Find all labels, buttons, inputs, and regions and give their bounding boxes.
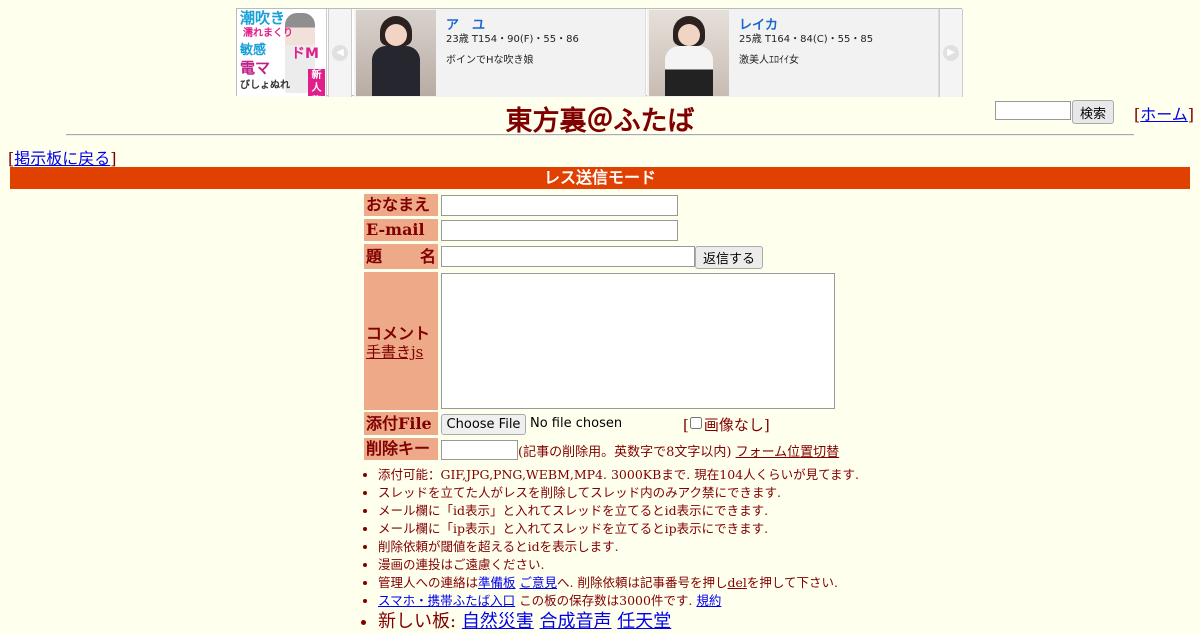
list-item: メール欄に「ip表示」と入れてスレッドを立てるとip表示にできます. bbox=[378, 520, 1018, 538]
ad-text-3: 敏感 bbox=[240, 43, 267, 58]
subject-label: 題名 bbox=[364, 244, 438, 269]
search-button[interactable]: 検索 bbox=[1072, 100, 1114, 124]
reply-submit-button[interactable]: 返信する bbox=[695, 246, 763, 269]
list-item: 新しい板: 自然災害 合成音声 任天堂 bbox=[378, 610, 1018, 634]
chevron-right-icon: ▶ bbox=[943, 45, 959, 61]
no-image-checkbox[interactable] bbox=[689, 417, 702, 429]
form-position-toggle-link[interactable]: フォーム位置切替 bbox=[736, 445, 840, 460]
carousel-next-button[interactable]: ▶ bbox=[939, 9, 963, 97]
profile-photo bbox=[356, 10, 436, 96]
profile-description: ボインでHな吹き娘 bbox=[446, 55, 534, 66]
delete-key-note: (記事の削除用。英数字で8文字以内) フォーム位置切替 bbox=[518, 445, 840, 460]
prep-board-link[interactable]: 準備板 bbox=[478, 575, 516, 590]
home-link-wrapper: [ホーム] bbox=[1134, 105, 1195, 124]
list-item: 削除依頼が閾値を超えるとidを表示します. bbox=[378, 538, 1018, 556]
name-label: おなまえ bbox=[364, 194, 438, 216]
name-input[interactable] bbox=[441, 195, 678, 216]
rules-link[interactable]: 規約 bbox=[696, 593, 721, 608]
carousel-prev-button[interactable]: ◀ bbox=[328, 9, 352, 97]
handwrite-link[interactable]: 手書きjs bbox=[366, 343, 423, 361]
file-status: No file chosen bbox=[530, 416, 623, 431]
ad-banner[interactable]: 潮吹き 濡れまくり 敏感 電マ ドM びしょぬれ 新人秘書 ◀ ア ユ 23歳 … bbox=[236, 8, 963, 97]
board-link[interactable]: 合成音声 bbox=[540, 611, 612, 632]
chevron-left-icon: ◀ bbox=[332, 45, 348, 61]
profile-card[interactable]: レイカ 25歳 T164・84(C)・55・85 激美人ｴﾛｲｲ女 bbox=[647, 9, 939, 97]
delete-key-input[interactable] bbox=[441, 440, 518, 460]
profile-description: 激美人ｴﾛｲｲ女 bbox=[739, 55, 799, 66]
subject-input[interactable] bbox=[441, 246, 695, 267]
notice-list: 添付可能：GIF,JPG,PNG,WEBM,MP4. 3000KBまで. 現在1… bbox=[360, 466, 1018, 634]
ad-badge: 新人秘書 bbox=[308, 69, 325, 97]
list-item: 漫画の連投はご遠慮ください. bbox=[378, 556, 1018, 574]
profile-card[interactable]: ア ユ 23歳 T154・90(F)・55・86 ボインでHな吹き娘 bbox=[354, 9, 646, 97]
feedback-link[interactable]: ご意見 bbox=[520, 575, 558, 590]
list-item: 管理人への連絡は準備板 ご意見へ. 削除依頼は記事番号を押しdelを押して下さい… bbox=[378, 574, 1018, 592]
del-link[interactable]: del bbox=[727, 575, 746, 590]
ad-text-1: 潮吹き bbox=[240, 9, 286, 27]
email-label: E-mail bbox=[364, 219, 438, 241]
divider bbox=[66, 134, 1134, 136]
profile-stats: 23歳 T154・90(F)・55・86 bbox=[446, 34, 579, 45]
list-item: スレッドを立てた人がレスを削除してスレッド内のみアク禁にできます. bbox=[378, 484, 1018, 502]
no-image-option[interactable]: [画像なし] bbox=[683, 414, 770, 435]
profile-photo bbox=[649, 10, 729, 96]
home-link[interactable]: ホーム bbox=[1140, 105, 1188, 124]
mobile-entrance-link[interactable]: スマホ・携帯ふたば入口 bbox=[378, 593, 515, 608]
ad-text-4: 電マ bbox=[240, 59, 271, 77]
list-item: メール欄に「id表示」と入れてスレッドを立てるとid表示にできます. bbox=[378, 502, 1018, 520]
comment-label: コメント 手書きjs bbox=[364, 272, 438, 410]
reply-mode-bar: レス送信モード bbox=[10, 167, 1190, 189]
board-link[interactable]: 任天堂 bbox=[617, 611, 671, 632]
ad-text-5: ドM bbox=[291, 46, 319, 62]
list-item: 添付可能：GIF,JPG,PNG,WEBM,MP4. 3000KBまで. 現在1… bbox=[378, 466, 1018, 484]
profile-stats: 25歳 T164・84(C)・55・85 bbox=[739, 34, 874, 45]
file-label: 添付File bbox=[364, 412, 438, 435]
search-input[interactable] bbox=[995, 101, 1071, 120]
choose-file-button[interactable]: Choose File bbox=[441, 414, 526, 435]
back-to-board-link[interactable]: 掲示板に戻る bbox=[14, 149, 110, 168]
back-link-wrapper: [掲示板に戻る] bbox=[8, 149, 117, 168]
delete-key-label: 削除キー bbox=[364, 438, 438, 460]
comment-textarea[interactable] bbox=[441, 273, 835, 409]
ad-text-2: 濡れまくり bbox=[243, 28, 293, 39]
ad-thumbnail[interactable]: 潮吹き 濡れまくり 敏感 電マ ドM びしょぬれ 新人秘書 bbox=[237, 9, 327, 97]
list-item: スマホ・携帯ふたば入口 この板の保存数は3000件です. 規約 bbox=[378, 592, 1018, 610]
email-input[interactable] bbox=[441, 220, 678, 241]
board-link[interactable]: 自然災害 bbox=[462, 611, 534, 632]
ad-text-6: びしょぬれ bbox=[240, 80, 290, 91]
